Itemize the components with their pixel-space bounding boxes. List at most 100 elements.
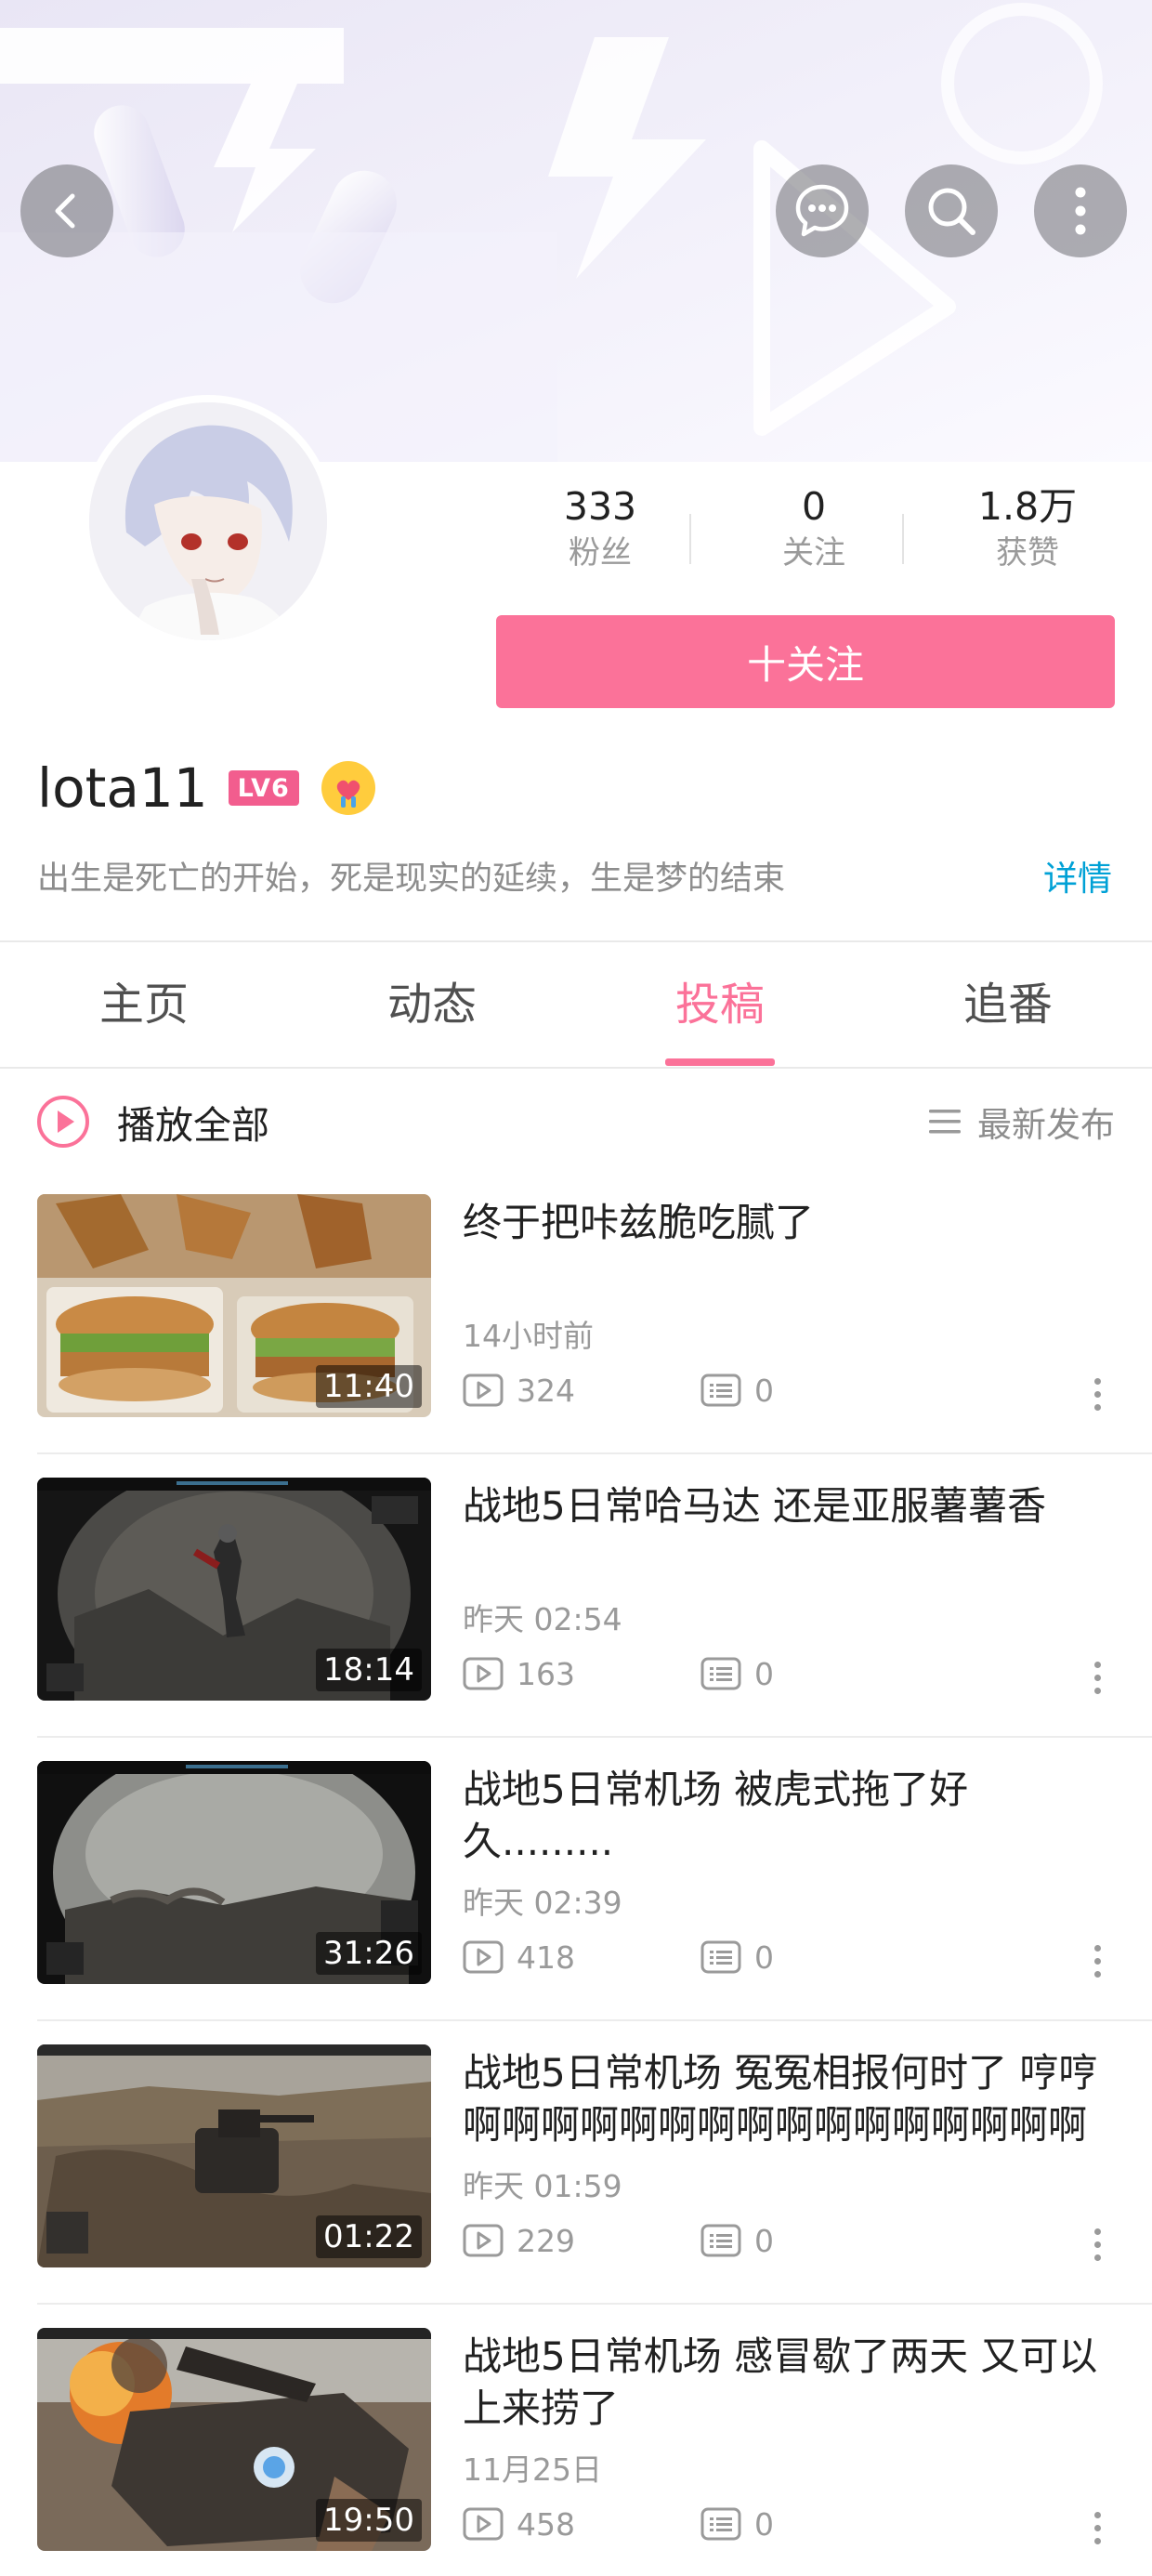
tab-dynamics[interactable]: 动态 (288, 942, 576, 1067)
stat-likes[interactable]: 1.8万 获赞 (935, 483, 1120, 576)
comment-count-icon (700, 1657, 741, 1690)
video-more-icon[interactable] (1083, 1940, 1111, 1981)
tab-home[interactable]: 主页 (0, 942, 288, 1067)
video-date: 14小时前 (463, 1318, 594, 1354)
active-tab-indicator (665, 1058, 775, 1066)
video-duration: 31:26 (316, 1932, 422, 1975)
video-thumbnail[interactable]: 11:40 (37, 1194, 431, 1417)
tab-bangumi[interactable]: 追番 (864, 942, 1152, 1067)
video-more-icon[interactable] (1083, 1373, 1111, 1414)
follow-button[interactable]: 十关注 (496, 615, 1115, 708)
stat-divider (689, 514, 691, 564)
comment-count: 0 (754, 1939, 774, 1976)
stat-following[interactable]: 0 关注 (721, 483, 907, 576)
play-count-icon (463, 1657, 504, 1690)
video-comments: 0 (700, 1370, 774, 1411)
video-date: 昨天 02:54 (463, 1601, 622, 1637)
play-count: 458 (517, 2505, 575, 2543)
video-duration: 01:22 (316, 2215, 422, 2258)
video-plays: 229 (463, 2223, 575, 2259)
play-count: 229 (517, 2222, 575, 2259)
video-date: 昨天 02:39 (463, 1885, 622, 1921)
comment-count: 0 (754, 2222, 774, 2259)
video-thumbnail[interactable]: 18:14 (37, 1478, 431, 1701)
video-plays: 163 (463, 1656, 575, 1692)
stat-fans[interactable]: 333 粉丝 (507, 483, 693, 576)
video-duration: 18:14 (316, 1649, 422, 1691)
tab-uploads[interactable]: 投稿 (576, 942, 864, 1067)
search-button[interactable] (905, 164, 998, 257)
video-thumbnail[interactable]: 31:26 (37, 1761, 431, 1984)
video-title[interactable]: 战地5日常机场 被虎式拖了好久......... (463, 1764, 1113, 1868)
video-comments: 0 (700, 1653, 774, 1694)
comment-count: 0 (754, 2505, 774, 2543)
play-count: 418 (517, 1939, 575, 1976)
video-thumbnail[interactable]: 01:22 (37, 2044, 431, 2267)
message-bubble-icon (795, 184, 849, 237)
more-options-button[interactable] (1034, 164, 1127, 257)
stat-label: 获赞 (996, 534, 1059, 572)
play-count: 163 (517, 1655, 575, 1692)
search-icon (928, 188, 975, 235)
avatar[interactable] (82, 395, 334, 648)
back-button[interactable] (20, 164, 113, 257)
video-title[interactable]: 战地5日常哈马达 还是亚服薯薯香 (463, 1480, 1113, 1532)
video-comments: 0 (700, 2504, 774, 2544)
profile-bio: 出生是死亡的开始，死是现实的延续，生是梦的结束 (37, 861, 786, 898)
message-button[interactable] (776, 164, 869, 257)
video-meta: 458 0 (463, 2504, 774, 2544)
comment-count-icon (700, 2224, 741, 2257)
comment-count-icon (700, 1940, 741, 1974)
video-item[interactable]: 18:14 战地5日常哈马达 还是亚服薯薯香 昨天 02:54 163 0 (0, 1454, 1152, 1738)
sort-label: 最新发布 (977, 1105, 1115, 1145)
video-meta: 229 0 (463, 2220, 774, 2261)
username: lota11 (37, 756, 208, 820)
comment-count-icon (700, 1373, 741, 1407)
avatar-image (89, 402, 327, 640)
video-more-icon[interactable] (1083, 1657, 1111, 1698)
username-row: lota11 LV6 (37, 751, 375, 825)
tabs-divider (0, 1067, 1152, 1069)
stat-value: 333 (563, 484, 637, 529)
sort-button[interactable]: 最新发布 (929, 1093, 1115, 1150)
video-meta: 163 0 (463, 1653, 774, 1694)
play-count-icon (463, 2224, 504, 2257)
level-badge: LV6 (228, 770, 299, 806)
stat-label: 关注 (782, 534, 845, 572)
vip-emoji-icon[interactable] (321, 761, 375, 815)
stat-divider (902, 514, 904, 564)
play-count-icon (463, 1373, 504, 1407)
video-item[interactable]: 31:26 战地5日常机场 被虎式拖了好久......... 昨天 02:39 … (0, 1738, 1152, 2021)
video-more-icon[interactable] (1083, 2224, 1111, 2265)
profile-stats: 333 粉丝 0 关注 1.8万 获赞 (483, 483, 1115, 595)
video-thumbnail[interactable]: 19:50 (37, 2328, 431, 2551)
video-item[interactable]: 11:40 终于把咔兹脆吃腻了 14小时前 324 0 (0, 1171, 1152, 1454)
video-comments: 0 (700, 2220, 774, 2261)
stat-value: 0 (801, 484, 827, 529)
stat-label: 粉丝 (569, 534, 632, 572)
comment-count: 0 (754, 1372, 774, 1409)
comment-count: 0 (754, 1655, 774, 1692)
video-item[interactable]: 19:50 战地5日常机场 感冒歇了两天 又可以上来捞了 11月25日 458 … (0, 2305, 1152, 2576)
video-plays: 458 (463, 2506, 575, 2543)
profile-tabs: 主页 动态 投稿 追番 (0, 942, 1152, 1067)
video-title[interactable]: 战地5日常机场 感冒歇了两天 又可以上来捞了 (463, 2331, 1113, 2435)
play-all-label: 播放全部 (117, 1103, 269, 1148)
video-plays: 418 (463, 1939, 575, 1976)
video-item[interactable]: 01:22 战地5日常机场 冤冤相报何时了 哼哼 啊啊啊啊啊啊啊啊啊啊啊啊啊啊啊… (0, 2021, 1152, 2305)
video-title[interactable]: 战地5日常机场 冤冤相报何时了 哼哼 啊啊啊啊啊啊啊啊啊啊啊啊啊啊啊啊 (463, 2047, 1113, 2151)
play-count-icon (463, 2507, 504, 2541)
play-all-button[interactable]: 播放全部 (35, 1093, 269, 1150)
video-meta: 418 0 (463, 1937, 774, 1978)
stat-value: 1.8万 (977, 484, 1078, 529)
heart-face-icon (326, 767, 370, 809)
video-date: 昨天 01:59 (463, 2168, 622, 2204)
video-more-icon[interactable] (1083, 2507, 1111, 2548)
video-date: 11月25日 (463, 2451, 602, 2488)
video-title[interactable]: 终于把咔兹脆吃腻了 (463, 1197, 1113, 1249)
vertical-dots-icon (1075, 187, 1086, 235)
video-meta: 324 0 (463, 1370, 774, 1411)
video-duration: 11:40 (316, 1365, 422, 1408)
play-count: 324 (517, 1372, 575, 1409)
detail-link[interactable]: 详情 (1043, 855, 1112, 903)
